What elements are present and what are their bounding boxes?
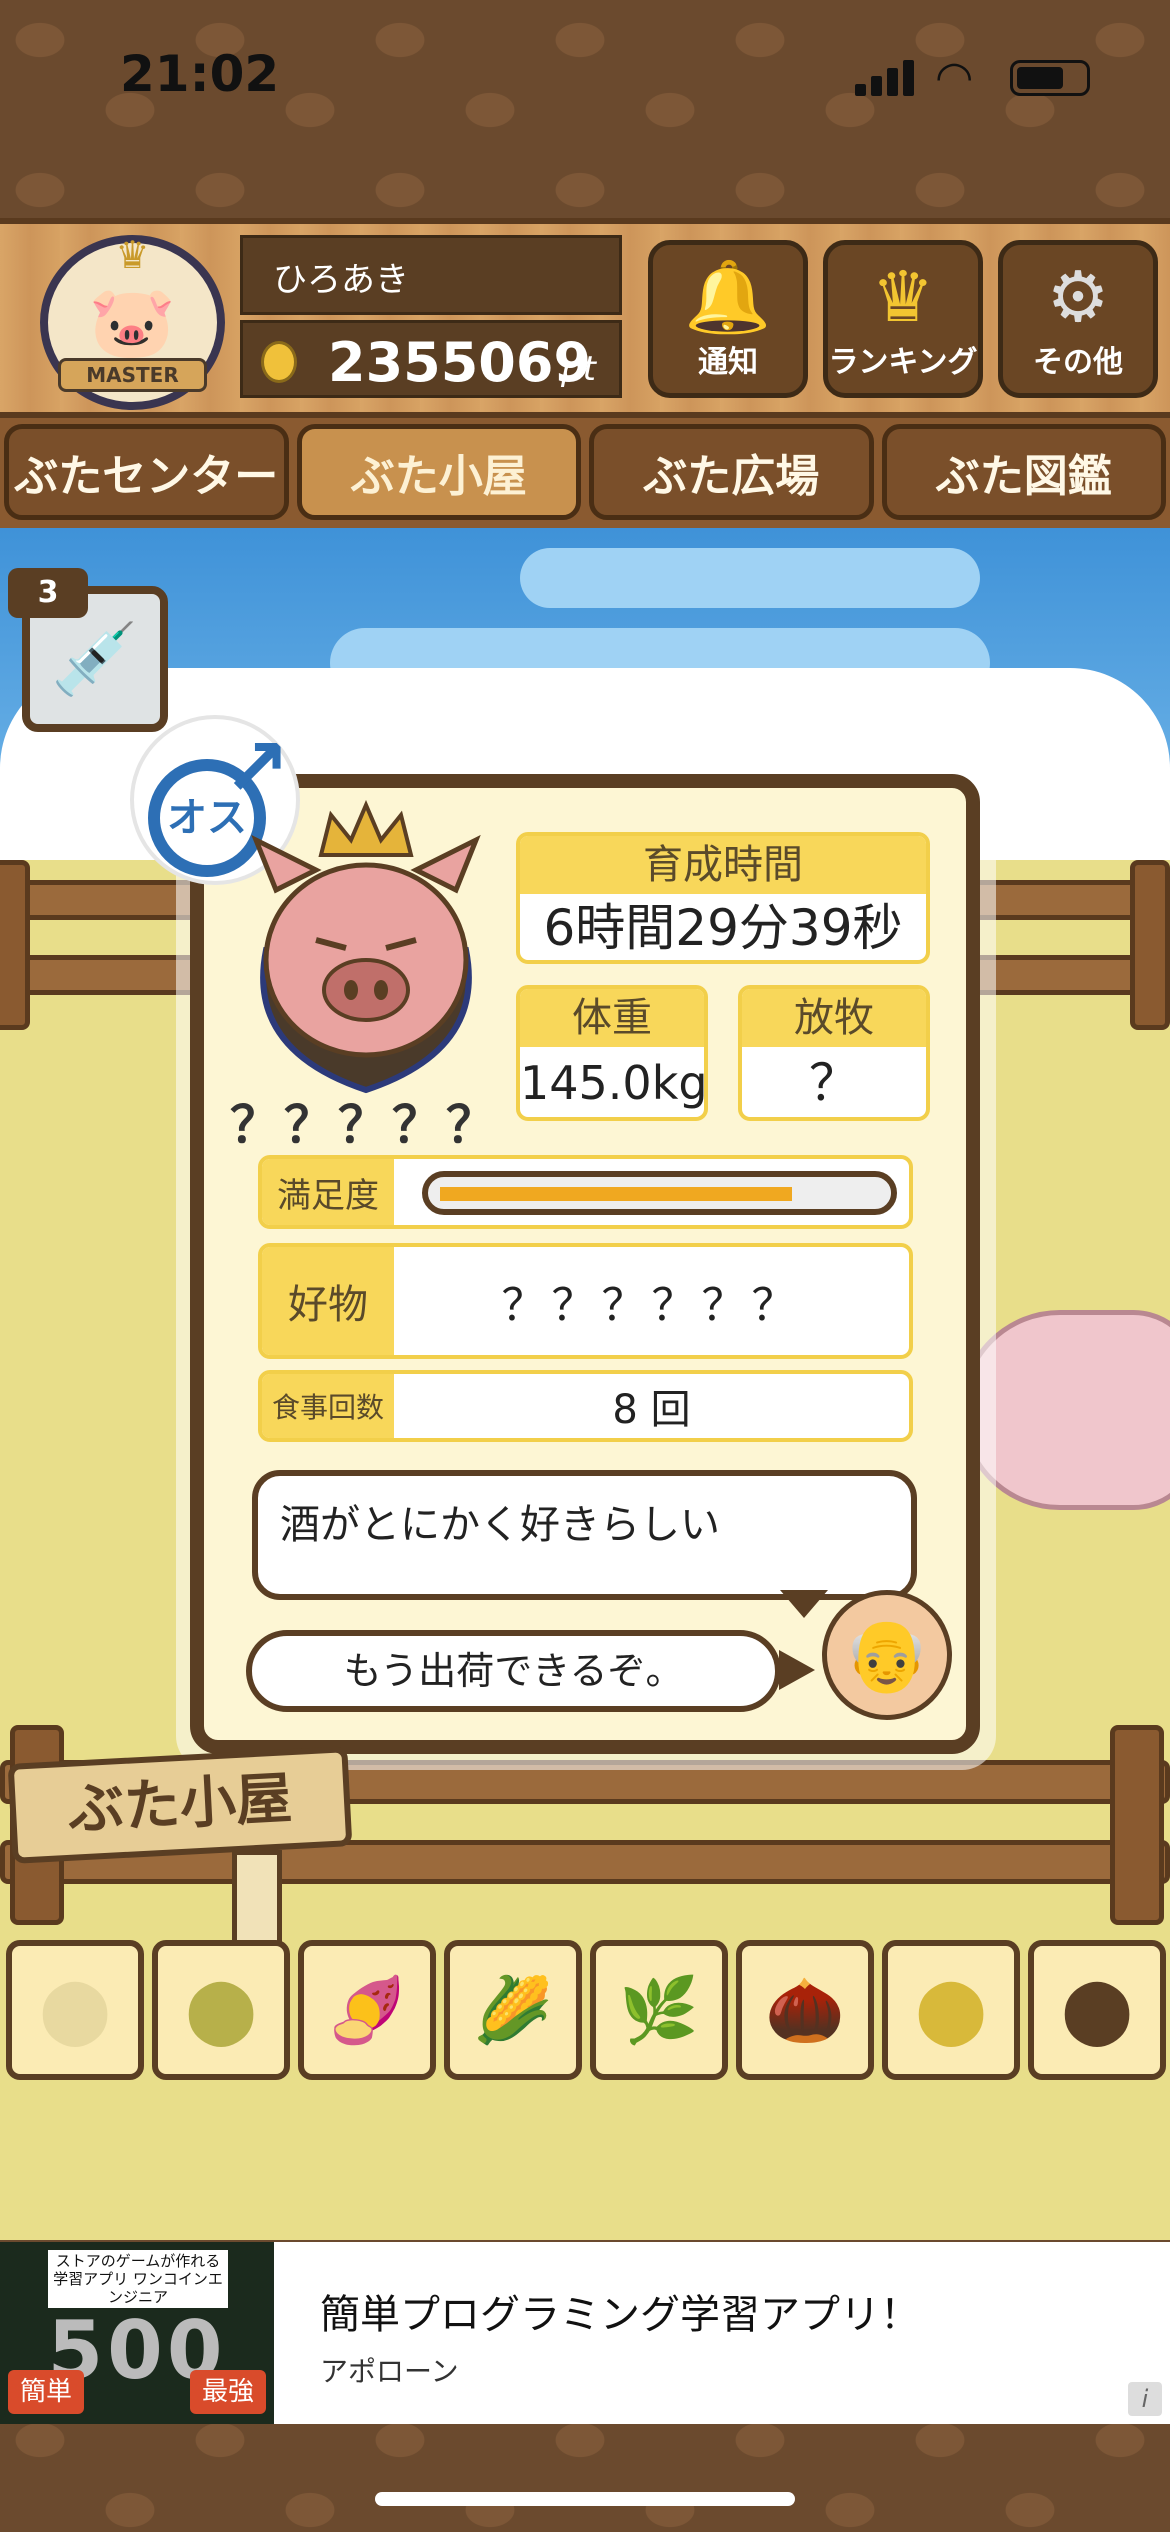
- acorn-icon: 🌰: [765, 1973, 845, 2048]
- farmer-bubble-tail: [779, 1650, 815, 1690]
- coin-icon: [261, 341, 297, 383]
- meals-value: 8 回: [612, 1387, 691, 1433]
- other-label: その他: [1033, 345, 1123, 380]
- favorite-label: 好物: [262, 1247, 394, 1355]
- truffle-icon: ⬤: [1061, 1973, 1133, 2047]
- notification-label: 通知: [698, 345, 758, 380]
- tab-buta-koya[interactable]: ぶた小屋: [296, 424, 581, 520]
- home-indicator[interactable]: [375, 2492, 795, 2506]
- farmer-avatar[interactable]: 👴: [822, 1590, 952, 1720]
- fence-post: [1110, 1725, 1164, 1925]
- syringe-icon: 💉: [51, 617, 139, 700]
- food-item-nut-leaf[interactable]: 🌿: [590, 1940, 728, 2080]
- corn-icon: 🌽: [473, 1973, 553, 2048]
- main-nav: ぶたセンター ぶた小屋 ぶた広場 ぶた図鑑: [0, 418, 1170, 528]
- battery-icon: [1010, 60, 1090, 96]
- points-value: 2355069: [328, 331, 592, 394]
- ad-thumb-text: ストアのゲームが作れる 学習アプリ ワンコインエンジニア: [48, 2250, 228, 2308]
- meals-row: 食事回数 8 回: [258, 1370, 913, 1442]
- food-item-corn[interactable]: 🌽: [444, 1940, 582, 2080]
- ad-tag-right: 最強: [190, 2370, 266, 2414]
- notification-button[interactable]: 🔔 通知: [648, 240, 808, 398]
- favorite-row: 好物 ？？？？？？: [258, 1243, 913, 1359]
- food-item-sweet-potato[interactable]: 🍠: [298, 1940, 436, 2080]
- raising-time-box: 育成時間 6時間29分39秒: [516, 832, 930, 964]
- bell-icon: 🔔: [684, 256, 772, 338]
- mixed-grain-icon: ⬤: [185, 1973, 257, 2047]
- ad-advertiser: アポローン: [320, 2355, 459, 2388]
- tab-buta-zukan[interactable]: ぶた図鑑: [881, 424, 1166, 520]
- grazing-value: ？: [809, 1054, 859, 1112]
- badge-label: MASTER: [58, 358, 207, 392]
- white-grain-icon: ⬤: [39, 1973, 111, 2047]
- ad-thumbnail[interactable]: ストアのゲームが作れる 学習アプリ ワンコインエンジニア 500 簡単 最強: [0, 2242, 274, 2424]
- ranking-label: ランキング: [828, 345, 978, 380]
- comment-bubble-tail: [780, 1590, 828, 1618]
- status-bar: 21:02 ◠: [0, 0, 1170, 150]
- food-item-mixed-grain[interactable]: ⬤: [152, 1940, 290, 2080]
- food-item-soybean[interactable]: ⬤: [882, 1940, 1020, 2080]
- location-sign: ぶた小屋: [7, 1746, 353, 1864]
- fence-post: [0, 860, 30, 1030]
- weight-value: 145.0kg: [520, 1056, 708, 1110]
- cellular-signal-icon: [855, 60, 915, 96]
- grazing-label: 放牧: [742, 989, 926, 1047]
- tab-buta-center[interactable]: ぶたセンター: [4, 424, 289, 520]
- comment-bubble: 酒がとにかく好きらしい: [252, 1470, 917, 1600]
- points-unit: pt: [561, 349, 596, 389]
- farmer-message-bubble[interactable]: もう出荷できるぞ。: [246, 1630, 781, 1712]
- food-item-acorn[interactable]: 🌰: [736, 1940, 874, 2080]
- nut-leaf-icon: 🌿: [619, 1973, 699, 2048]
- master-rank-badge[interactable]: ♛ 🐷 MASTER: [40, 233, 225, 410]
- weight-box: 体重 145.0kg: [516, 985, 708, 1121]
- food-item-white-grain[interactable]: ⬤: [6, 1940, 144, 2080]
- sweet-potato-icon: 🍠: [327, 1973, 407, 2048]
- ad-tag-left: 簡単: [8, 2370, 84, 2414]
- ranking-button[interactable]: ♛ ランキング: [823, 240, 983, 398]
- other-button[interactable]: ⚙ その他: [998, 240, 1158, 398]
- meals-label: 食事回数: [262, 1374, 394, 1438]
- ad-banner[interactable]: ストアのゲームが作れる 学習アプリ ワンコインエンジニア 500 簡単 最強 簡…: [0, 2242, 1170, 2424]
- ad-title[interactable]: 簡単プログラミング学習アプリ！: [320, 2282, 920, 2340]
- player-name: ひろあき: [240, 235, 622, 315]
- soybean-icon: ⬤: [915, 1973, 987, 2047]
- satisfaction-bar: [422, 1171, 897, 1215]
- weight-label: 体重: [520, 989, 704, 1047]
- pig-name: ？？？？？: [230, 1096, 500, 1154]
- grazing-box: 放牧 ？: [738, 985, 930, 1121]
- satisfaction-label: 満足度: [262, 1159, 394, 1225]
- tab-buta-hiroba[interactable]: ぶた広場: [589, 424, 874, 520]
- crown-icon: ♛: [871, 256, 935, 338]
- food-item-truffle[interactable]: ⬤: [1028, 1940, 1166, 2080]
- sign-post: [232, 1850, 282, 1950]
- wifi-icon: ◠: [935, 52, 974, 103]
- crown-icon: ♛: [115, 233, 150, 277]
- satisfaction-fill: [440, 1187, 792, 1201]
- satisfaction-row: 満足度: [258, 1155, 913, 1229]
- fence-post: [1130, 860, 1170, 1030]
- favorite-value: ？？？？？？: [501, 1280, 802, 1331]
- gear-icon: ⚙: [1046, 256, 1110, 338]
- syringe-count: 3: [8, 568, 88, 618]
- raising-time-label: 育成時間: [520, 836, 926, 894]
- status-time: 21:02: [120, 45, 280, 103]
- food-tray: ⬤ ⬤ 🍠 🌽 🌿 🌰 ⬤ ⬤: [6, 1940, 1166, 2080]
- pig-face-icon: 🐷: [88, 281, 177, 363]
- raising-time-value: 6時間29分39秒: [543, 899, 903, 957]
- points-display: 2355069 pt: [240, 320, 622, 398]
- pig-portrait: [251, 800, 481, 1094]
- ad-info-icon[interactable]: i: [1128, 2382, 1162, 2416]
